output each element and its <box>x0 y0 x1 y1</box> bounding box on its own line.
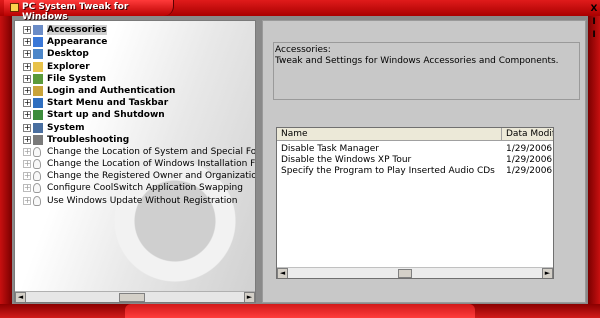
list-item-date: 1/29/2006 <box>506 144 553 154</box>
expand-icon[interactable]: + <box>23 172 31 181</box>
tree-item-login-and-authentication[interactable]: + Login and Authentication <box>21 85 253 97</box>
desktop-icon <box>33 49 43 60</box>
tree-item-label: Desktop <box>47 49 89 60</box>
expand-icon[interactable]: + <box>23 135 31 144</box>
column-name[interactable]: Name <box>277 128 502 141</box>
tree-item-label: Troubleshooting <box>47 134 130 145</box>
lightbulb-icon <box>33 159 41 170</box>
tree-item-explorer[interactable]: + Explorer <box>21 61 253 73</box>
tree-item-label: Use Windows Update Without Registration <box>47 195 238 206</box>
window-controls: X I I <box>588 4 600 64</box>
tree-item-accessories[interactable]: + Accessories <box>21 24 253 36</box>
tree-item-label: Login and Authentication <box>47 85 176 96</box>
expand-icon[interactable]: + <box>23 99 31 108</box>
app-icon <box>10 3 19 12</box>
expand-icon[interactable]: + <box>23 86 31 95</box>
tree-item-label: Start up and Shutdown <box>47 110 165 121</box>
description-title: Accessories: <box>275 45 331 55</box>
close-button[interactable]: X <box>588 4 600 15</box>
tree-tweak-item[interactable]: + Change the Location of System and Speci… <box>21 146 256 158</box>
tree-view[interactable]: + Accessories + Appearance + Desktop + Explorer… <box>14 20 256 303</box>
tree-item-label: Appearance <box>47 37 108 48</box>
list-item-name: Specify the Program to Play Inserted Aud… <box>281 166 495 176</box>
list-horizontal-scrollbar[interactable]: ◄ ► <box>277 267 553 278</box>
description-text: Tweak and Settings for Windows Accessori… <box>275 56 559 66</box>
tree-item-label: System <box>47 122 85 133</box>
tree-item-desktop[interactable]: + Desktop <box>21 48 253 60</box>
tree-item-troubleshooting[interactable]: + Troubleshooting <box>21 134 253 146</box>
window-title: PC System Tweak for Windows <box>22 2 129 22</box>
tweak-list[interactable]: Name Data Modified Disable Task Manager 1… <box>276 127 554 279</box>
expand-icon[interactable]: + <box>23 123 31 132</box>
tree-item-label: Accessories <box>47 25 107 35</box>
list-scroll-thumb[interactable] <box>398 269 412 278</box>
tree-horizontal-scrollbar[interactable]: ◄ ► <box>15 291 255 302</box>
maximize-button[interactable]: I <box>588 17 600 28</box>
tree-item-start-menu-and-taskbar[interactable]: + Start Menu and Taskbar <box>21 97 253 109</box>
list-scroll-right-button[interactable]: ► <box>542 268 553 278</box>
scroll-right-button[interactable]: ► <box>244 292 255 302</box>
key-icon <box>33 85 43 96</box>
lightbulb-icon <box>33 146 41 157</box>
list-header: Name Data Modified <box>277 128 553 141</box>
tree-item-label: Change the Location of Windows Installat… <box>47 159 256 170</box>
expand-icon[interactable]: + <box>23 184 31 193</box>
tree-tweak-item[interactable]: + Use Windows Update Without Registration <box>21 195 253 207</box>
column-date-modified[interactable]: Data Modified <box>502 128 553 141</box>
scroll-thumb[interactable] <box>119 293 145 302</box>
frame-left <box>0 16 12 318</box>
lightbulb-icon <box>33 171 41 182</box>
tree-list: + Accessories + Appearance + Desktop + Explorer… <box>21 24 256 207</box>
expand-icon[interactable]: + <box>23 111 31 120</box>
expand-icon[interactable]: + <box>23 50 31 59</box>
minimize-button[interactable]: I <box>588 30 600 41</box>
list-item-name: Disable the Windows XP Tour <box>281 155 412 165</box>
appearance-icon <box>33 37 43 48</box>
list-item-date: 1/29/2006 <box>506 166 553 176</box>
expand-icon[interactable]: + <box>23 196 31 205</box>
tree-item-label: Start Menu and Taskbar <box>47 98 169 109</box>
tree-item-start-up-and-shutdown[interactable]: + Start up and Shutdown <box>21 109 253 121</box>
accessories-icon <box>33 25 43 35</box>
app-window: PC System Tweak for Windows X I I + Acces… <box>0 0 600 318</box>
start-menu-icon <box>33 98 43 109</box>
shutdown-icon <box>33 110 43 121</box>
lightbulb-icon <box>33 195 41 206</box>
expand-icon[interactable]: + <box>23 38 31 47</box>
tree-item-label: Change the Location of System and Specia… <box>47 146 256 157</box>
expand-icon[interactable]: + <box>23 160 31 169</box>
tree-item-system[interactable]: + System <box>21 122 253 134</box>
tree-item-label: Explorer <box>47 61 90 72</box>
list-item[interactable]: Disable the Windows XP Tour 1/29/2006 <box>277 155 553 166</box>
expand-icon[interactable]: + <box>23 74 31 83</box>
folder-icon <box>33 61 43 72</box>
tree-item-appearance[interactable]: + Appearance <box>21 36 253 48</box>
file-system-icon <box>33 73 43 84</box>
description-box: Accessories: Tweak and Settings for Wind… <box>273 42 580 100</box>
details-pane: Accessories: Tweak and Settings for Wind… <box>262 20 586 303</box>
expand-icon[interactable]: + <box>23 147 31 156</box>
troubleshoot-icon <box>33 134 43 145</box>
list-scroll-left-button[interactable]: ◄ <box>277 268 288 278</box>
tree-item-label: Configure CoolSwitch Application Swappin… <box>47 183 243 194</box>
tree-item-label: Change the Registered Owner and Organiza… <box>47 171 256 182</box>
list-item[interactable]: Specify the Program to Play Inserted Aud… <box>277 166 553 177</box>
tree-item-file-system[interactable]: + File System <box>21 73 253 85</box>
expand-icon[interactable]: + <box>23 62 31 71</box>
list-item[interactable]: Disable Task Manager 1/29/2006 <box>277 144 553 155</box>
tree-tweak-item[interactable]: + Configure CoolSwitch Application Swappi… <box>21 182 253 194</box>
scroll-left-button[interactable]: ◄ <box>15 292 26 302</box>
list-item-name: Disable Task Manager <box>281 144 379 154</box>
frame-bottom-notch <box>125 304 475 318</box>
computer-icon <box>33 122 43 133</box>
lightbulb-icon <box>33 183 41 194</box>
title-tab[interactable]: PC System Tweak for Windows <box>4 0 174 22</box>
list-item-date: 1/29/2006 <box>506 155 553 165</box>
expand-icon[interactable]: + <box>23 26 31 34</box>
tree-tweak-item[interactable]: + Change the Location of Windows Installa… <box>21 158 256 170</box>
tree-item-label: File System <box>47 73 107 84</box>
tree-tweak-item[interactable]: + Change the Registered Owner and Organiz… <box>21 170 256 182</box>
